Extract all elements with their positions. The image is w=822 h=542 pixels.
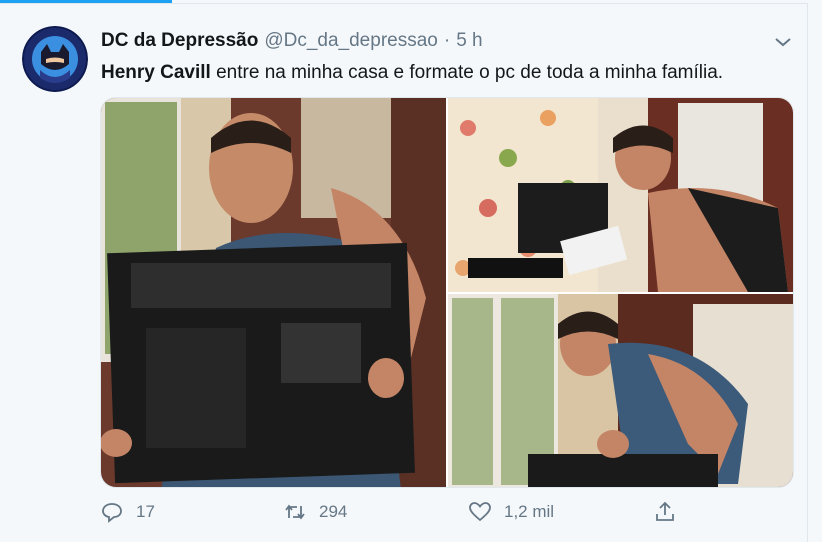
media-grid <box>100 97 794 488</box>
reply-icon <box>102 503 122 523</box>
chevron-down-icon[interactable] <box>770 32 796 52</box>
tweet[interactable]: DC da Depressão @Dc_da_depressao · 5 h H… <box>0 3 808 542</box>
reply-count: 17 <box>136 502 155 521</box>
avatar[interactable] <box>22 26 88 92</box>
retweet-count: 294 <box>319 502 348 521</box>
display-name[interactable]: DC da Depressão <box>101 30 258 52</box>
photo-3[interactable] <box>448 294 793 487</box>
tweet-text-rest: entre na minha casa e formate o pc de to… <box>210 62 724 83</box>
photo-1[interactable] <box>101 98 446 487</box>
tweet-actions: 17 294 1,2 mil <box>100 500 700 530</box>
like-button[interactable]: 1,2 mil <box>468 500 554 524</box>
timestamp[interactable]: 5 h <box>456 30 482 52</box>
photo-2[interactable] <box>448 98 793 292</box>
tweet-text-bold: Henry Cavill <box>101 62 211 83</box>
like-count: 1,2 mil <box>504 502 555 521</box>
tweet-header: DC da Depressão @Dc_da_depressao · 5 h <box>101 30 483 52</box>
reply-button[interactable]: 17 <box>100 500 155 524</box>
share-button[interactable] <box>653 500 689 524</box>
separator-dot: · <box>443 30 451 51</box>
tweet-text: Henry Cavill entre na minha casa e forma… <box>101 62 723 84</box>
share-icon <box>656 501 674 521</box>
user-handle[interactable]: @Dc_da_depressao <box>264 30 438 52</box>
retweet-icon <box>285 504 305 520</box>
like-icon <box>469 502 491 522</box>
retweet-button[interactable]: 294 <box>283 500 347 524</box>
